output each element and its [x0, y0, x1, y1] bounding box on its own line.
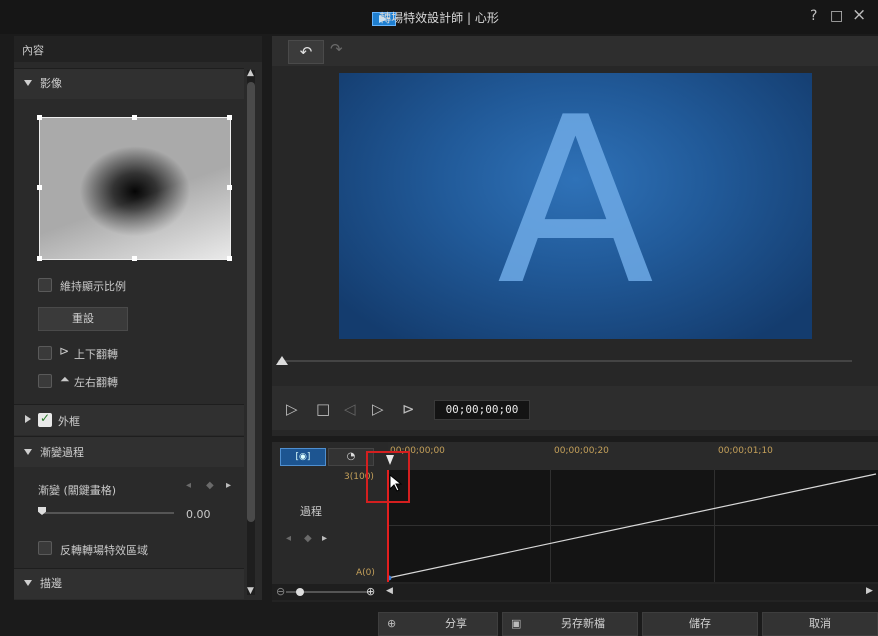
zoom-slider-thumb[interactable] [296, 588, 304, 596]
stroke-section-title: 描邊 [40, 577, 62, 590]
seek-bar[interactable] [278, 360, 852, 362]
save-as-button[interactable]: ▣ 另存新檔 [502, 612, 638, 636]
invert-checkbox[interactable] [38, 541, 52, 555]
globe-icon: ⊕ [387, 617, 397, 630]
share-label: 分享 [445, 617, 467, 630]
content-header [14, 36, 262, 62]
reset-button[interactable]: 重設 [38, 307, 128, 331]
next-keyframe-icon[interactable]: ▸ [322, 533, 327, 544]
frame-section-title: 外框 [58, 415, 80, 428]
save-disk-icon: ▣ [511, 617, 522, 630]
gradient-label: 漸變 (關鍵畫格) [38, 484, 117, 497]
tab-keyframe-view[interactable]: [◉] [280, 448, 326, 466]
flip-horizontal-label: 左右翻轉 [74, 376, 118, 389]
add-keyframe-icon[interactable]: ◆ [206, 480, 214, 491]
help-button[interactable]: ? [810, 8, 817, 24]
collapse-icon [24, 580, 32, 586]
mouse-cursor-icon [389, 474, 403, 492]
collapse-icon [24, 449, 32, 455]
expand-icon [25, 415, 31, 423]
video-preview: A [339, 73, 812, 339]
flip-horizontal-icon: ⏶ [60, 372, 70, 386]
scroll-up-icon[interactable]: ▲ [247, 68, 254, 78]
scroll-right-icon[interactable]: ▶ [866, 586, 873, 596]
flip-vertical-icon: ⊳ [59, 344, 70, 358]
flip-vertical-label: 上下翻轉 [74, 348, 118, 361]
flip-horizontal-checkbox[interactable] [38, 374, 52, 388]
resize-handle[interactable] [37, 185, 42, 190]
play-icon[interactable]: ▷ [286, 400, 298, 418]
playback-controls [272, 386, 878, 430]
track-label: 過程 [300, 505, 322, 518]
next-keyframe-icon[interactable]: ▸ [226, 480, 231, 491]
prev-frame-icon[interactable]: ◁ [344, 400, 356, 418]
ruler-label: 00;00;01;10 [718, 446, 773, 456]
zoom-out-icon[interactable]: ⊖ [276, 585, 285, 598]
ruler-label: 00;00;00;20 [554, 446, 609, 456]
y-min-label: A(0) [356, 568, 375, 578]
add-keyframe-icon[interactable]: ◆ [304, 533, 312, 544]
resize-handle[interactable] [37, 256, 42, 261]
cancel-button[interactable]: 取消 [762, 612, 878, 636]
close-button[interactable]: × [852, 5, 866, 25]
image-section-title: 影像 [40, 77, 62, 90]
maximize-button[interactable]: □ [830, 8, 843, 24]
frame-checkbox[interactable] [38, 411, 52, 427]
timecode-display[interactable]: 00;00;00;00 [434, 400, 530, 420]
resize-handle[interactable] [227, 115, 232, 120]
prev-keyframe-icon[interactable]: ◂ [186, 480, 191, 491]
seek-thumb[interactable] [276, 356, 288, 365]
resize-handle[interactable] [227, 185, 232, 190]
resize-handle[interactable] [37, 115, 42, 120]
share-button[interactable]: ⊕ 分享 [378, 612, 498, 636]
resize-handle[interactable] [132, 256, 137, 261]
undo-icon[interactable]: ↶ [288, 40, 324, 64]
next-frame-icon[interactable]: ▷ [372, 400, 384, 418]
keep-ratio-label: 維持顯示比例 [60, 280, 126, 293]
invert-label: 反轉轉場特效區域 [60, 544, 148, 557]
keep-ratio-checkbox[interactable] [38, 278, 52, 292]
scroll-down-icon[interactable]: ▼ [247, 586, 254, 596]
keyframe-curve [388, 473, 877, 581]
resize-handle[interactable] [227, 256, 232, 261]
window-title: 轉場特效設計師 | 心形 [379, 11, 499, 25]
fast-forward-icon[interactable]: ⊳ [402, 400, 415, 418]
gradient-slider[interactable] [40, 512, 174, 514]
panel-scrollbar-thumb[interactable] [247, 82, 255, 522]
collapse-icon [24, 80, 32, 86]
prev-keyframe-icon[interactable]: ◂ [286, 533, 291, 544]
content-title: 內容 [22, 44, 44, 57]
resize-handle[interactable] [132, 115, 137, 120]
timeline-ruler[interactable] [388, 442, 878, 470]
toolbar [272, 36, 878, 66]
highlight-box [366, 451, 410, 503]
save-button[interactable]: 儲存 [642, 612, 758, 636]
flip-vertical-checkbox[interactable] [38, 346, 52, 360]
zoom-in-icon[interactable]: ⊕ [366, 585, 375, 598]
stop-icon[interactable]: □ [316, 400, 330, 418]
gradient-value: 0.00 [186, 508, 211, 521]
save-as-label: 另存新檔 [561, 617, 605, 630]
heart-mask-preview[interactable] [39, 117, 231, 260]
preview-letter: A [496, 73, 655, 336]
redo-icon[interactable]: ↷ [330, 40, 343, 58]
scroll-left-icon[interactable]: ◀ [386, 586, 393, 596]
transition-section-title: 漸變過程 [40, 446, 84, 459]
